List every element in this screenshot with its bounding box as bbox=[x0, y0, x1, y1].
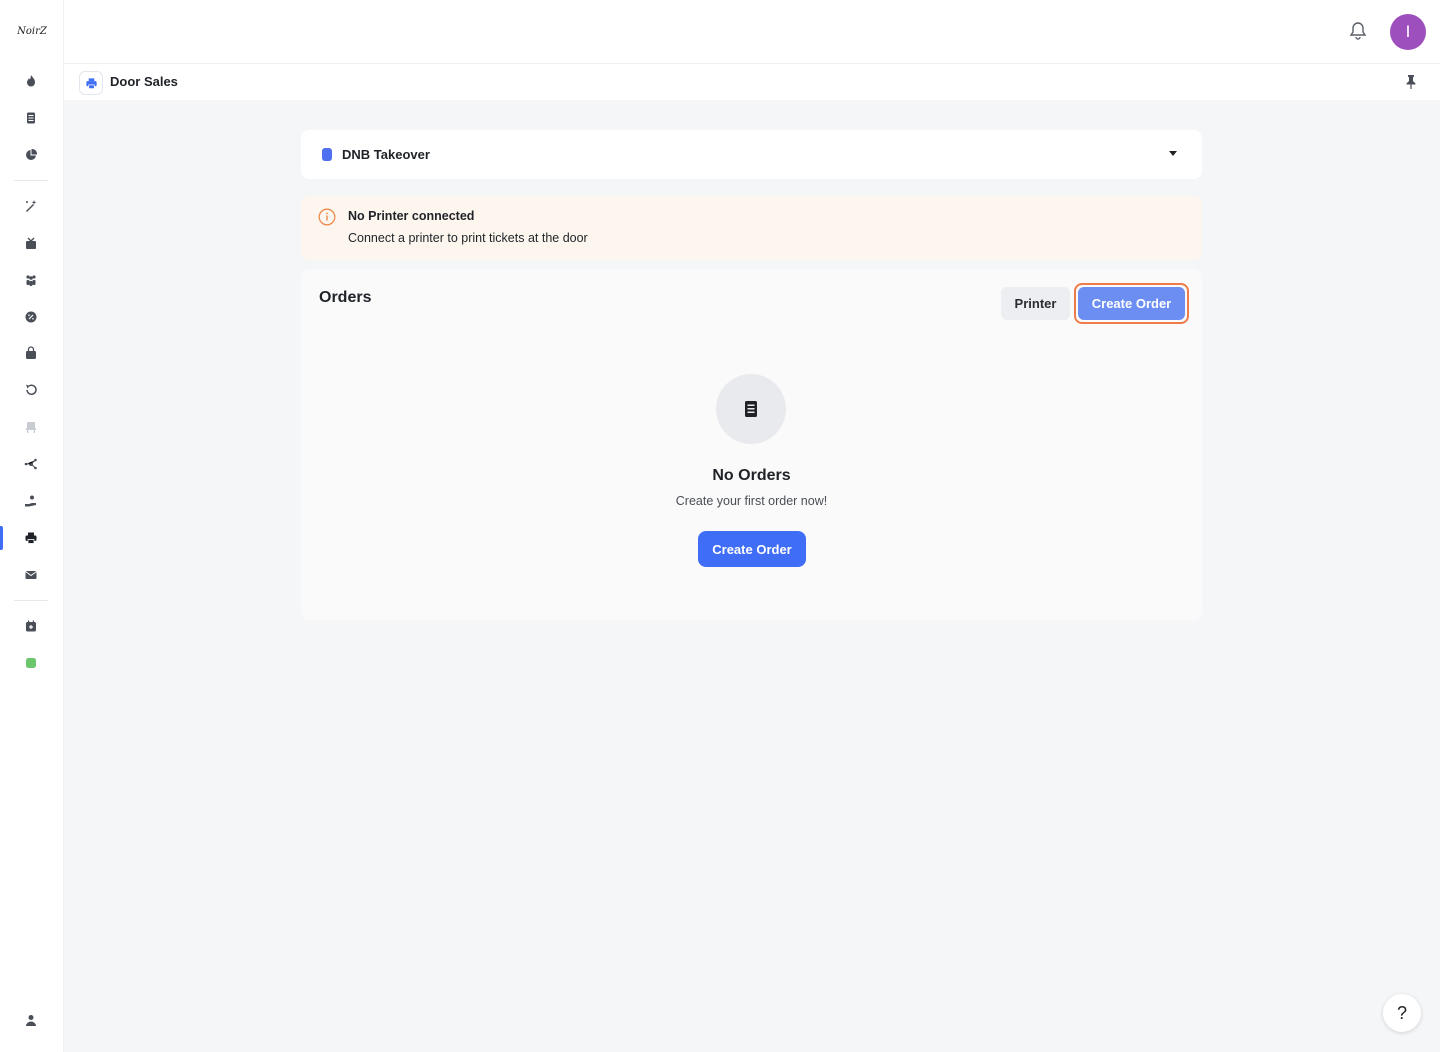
info-icon bbox=[318, 208, 336, 226]
event-select-value: DNB Takeover bbox=[342, 147, 430, 162]
printer-button[interactable]: Printer bbox=[1001, 287, 1070, 320]
status-green-icon[interactable] bbox=[22, 654, 40, 672]
refund-icon[interactable] bbox=[22, 381, 40, 399]
active-indicator bbox=[0, 526, 3, 550]
alert-message: Connect a printer to print tickets at th… bbox=[348, 231, 588, 245]
printer-icon bbox=[79, 71, 103, 95]
user-icon[interactable] bbox=[22, 1011, 40, 1029]
event-select[interactable]: DNB Takeover bbox=[301, 130, 1202, 179]
magic-wand-icon[interactable] bbox=[22, 197, 40, 215]
help-button[interactable]: ? bbox=[1383, 994, 1421, 1032]
mail-icon[interactable] bbox=[22, 566, 40, 584]
alert-title: No Printer connected bbox=[348, 209, 475, 223]
bell-icon[interactable] bbox=[1349, 21, 1367, 41]
seat-icon[interactable] bbox=[22, 418, 40, 436]
calendar-add-icon[interactable] bbox=[22, 617, 40, 635]
create-order-button[interactable]: Create Order bbox=[1078, 287, 1185, 320]
pie-chart-icon[interactable] bbox=[22, 146, 40, 164]
sidebar: NoirZ bbox=[0, 0, 64, 1052]
hand-money-icon[interactable] bbox=[22, 492, 40, 510]
users-icon[interactable] bbox=[22, 271, 40, 289]
bag-icon[interactable] bbox=[22, 344, 40, 362]
flame-icon[interactable] bbox=[22, 72, 40, 90]
network-icon[interactable] bbox=[22, 455, 40, 473]
printer-alert: No Printer connected Connect a printer t… bbox=[301, 196, 1202, 260]
pin-icon[interactable] bbox=[1404, 74, 1418, 90]
empty-state-icon-wrap bbox=[716, 374, 786, 444]
brand-logo[interactable]: NoirZ bbox=[12, 22, 52, 42]
document-icon[interactable] bbox=[22, 109, 40, 127]
chevron-down-icon bbox=[1169, 151, 1177, 156]
empty-state-subtitle: Create your first order now! bbox=[675, 494, 828, 508]
empty-state-title: No Orders bbox=[712, 467, 791, 484]
gift-icon[interactable] bbox=[22, 234, 40, 252]
event-color-indicator bbox=[322, 148, 332, 161]
top-bar: I bbox=[64, 0, 1440, 64]
orders-document-icon bbox=[745, 401, 757, 417]
orders-title: Orders bbox=[319, 289, 372, 306]
page-header: Door Sales bbox=[64, 64, 1440, 100]
page-title: Door Sales bbox=[110, 74, 178, 89]
empty-create-order-button[interactable]: Create Order bbox=[698, 531, 806, 567]
avatar[interactable]: I bbox=[1390, 14, 1426, 50]
percent-badge-icon[interactable] bbox=[22, 308, 40, 326]
orders-card: Orders Printer Create Order No Orders Cr… bbox=[301, 269, 1202, 620]
printer-icon[interactable] bbox=[22, 529, 40, 547]
